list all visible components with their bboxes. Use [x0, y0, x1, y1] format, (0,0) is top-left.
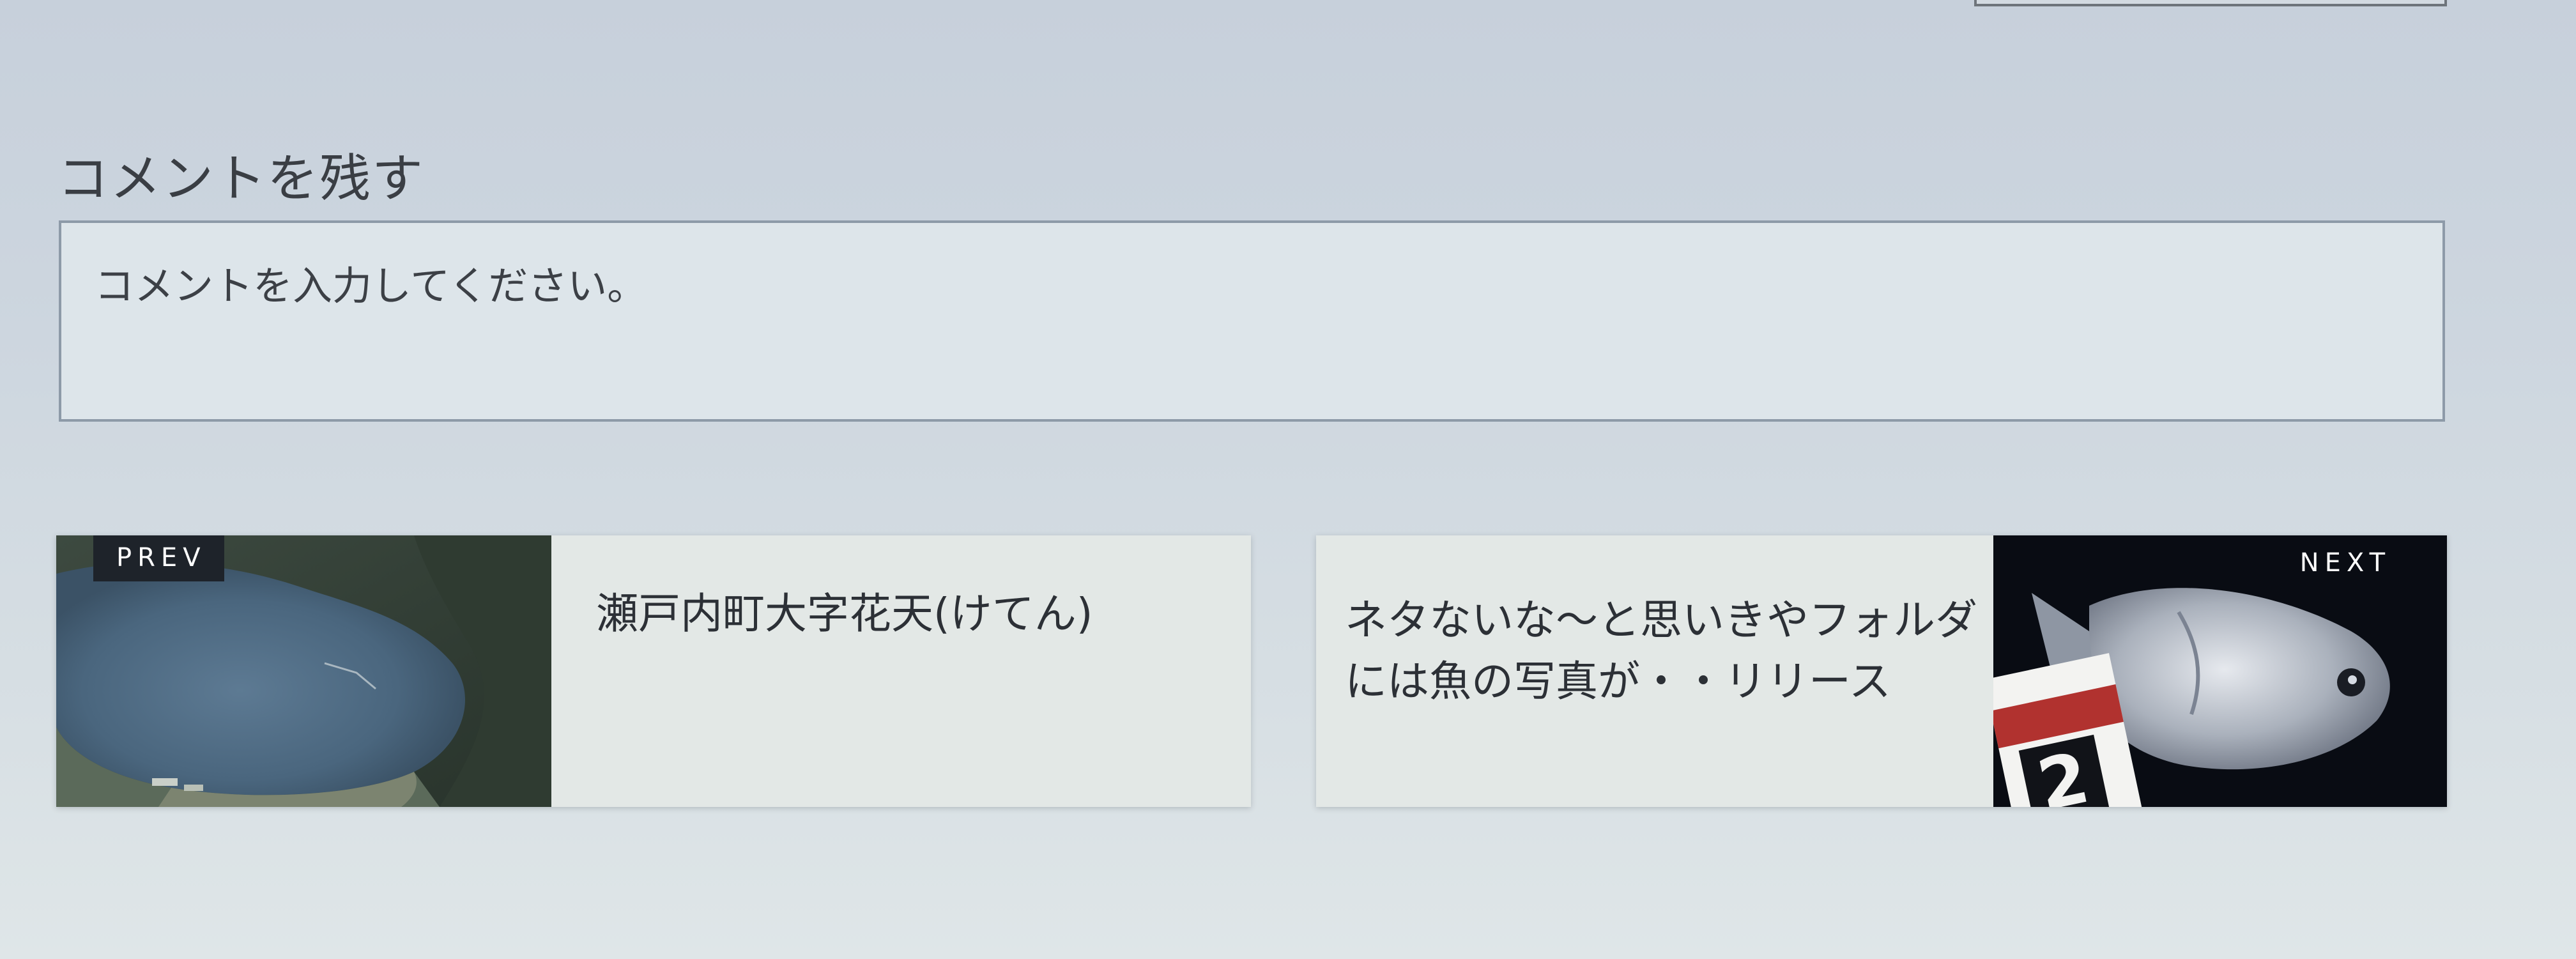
submit-area-edge: [1974, 0, 2447, 6]
prev-post-title: 瀬戸内町大字花天(けてん): [596, 589, 1093, 638]
next-badge: NEXT: [2299, 548, 2391, 578]
next-post-thumbnail: 2 NEXT: [1993, 535, 2447, 807]
prev-post-link[interactable]: PREV 瀬戸内町大字花天(けてん): [56, 535, 1251, 807]
comment-heading: コメントを残す: [57, 149, 424, 208]
prev-badge: PREV: [93, 535, 224, 581]
next-post-link[interactable]: ネタないな～と思いきやフォルダには魚の写真が・・リリース 2 NEXT: [1316, 535, 2447, 807]
next-post-title: ネタないな～と思いきやフォルダには魚の写真が・・リリース: [1345, 595, 1977, 706]
comment-field[interactable]: [59, 220, 2445, 422]
comment-textarea[interactable]: [95, 254, 2409, 388]
prev-post-thumbnail: PREV: [56, 535, 551, 807]
